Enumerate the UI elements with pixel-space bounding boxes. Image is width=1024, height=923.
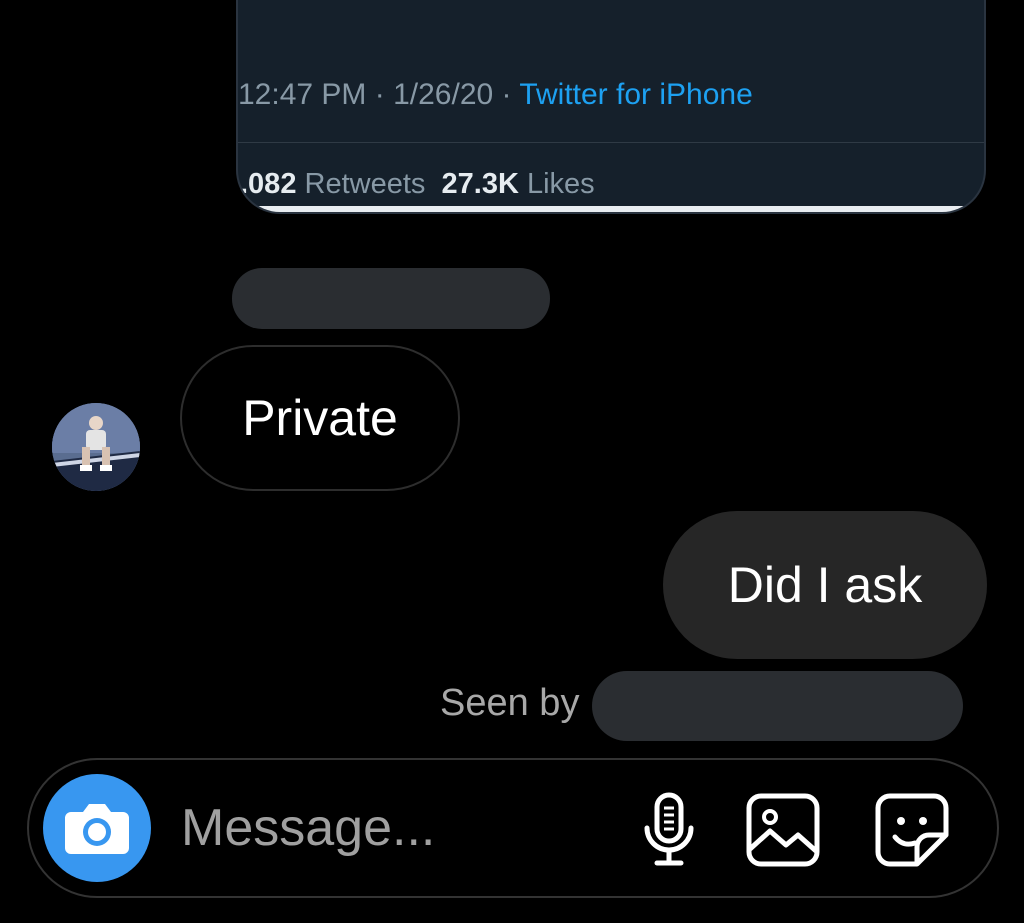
tweet-divider [238,142,984,143]
camera-icon [65,804,129,854]
message-input[interactable] [181,788,601,868]
tweet-meta: 12:47 PM · 1/26/20 · Twitter for iPhone [238,78,753,112]
tweet-card-edge [238,206,984,212]
microphone-icon [644,792,694,866]
message-text: Private [242,390,398,446]
message-composer [27,758,999,898]
gallery-icon [746,793,820,867]
likes-count: 27.3K [441,168,519,200]
sticker-icon [875,793,949,867]
message-text: Did I ask [727,557,923,613]
tweet-time: 12:47 PM [238,78,367,111]
sticker-button[interactable] [872,790,952,870]
voice-message-button[interactable] [629,790,709,870]
camera-button[interactable] [43,774,151,882]
redacted-sender-name [232,268,550,329]
tweet-date: 1/26/20 [393,78,494,111]
tweet-stats: .082 Retweets 27.3K Likes [240,168,595,201]
seen-receipt-label: Seen by [440,682,580,724]
shared-tweet-card[interactable]: 12:47 PM · 1/26/20 · Twitter for iPhone … [236,0,986,214]
outgoing-message-bubble[interactable]: Did I ask [663,511,987,659]
tweet-separator: · [366,78,394,111]
likes-label: Likes [518,168,595,200]
avatar[interactable] [52,403,140,491]
tweet-separator: · [493,78,520,111]
retweets-label: Retweets [296,168,442,200]
incoming-message-bubble[interactable]: Private [180,345,460,491]
avatar-image [52,403,140,491]
retweets-count: .082 [240,168,297,200]
gallery-button[interactable] [743,790,823,870]
tweet-source: Twitter for iPhone [519,78,753,111]
redacted-seen-by-names [592,671,963,741]
chat-screen: 12:47 PM · 1/26/20 · Twitter for iPhone … [0,0,1024,923]
